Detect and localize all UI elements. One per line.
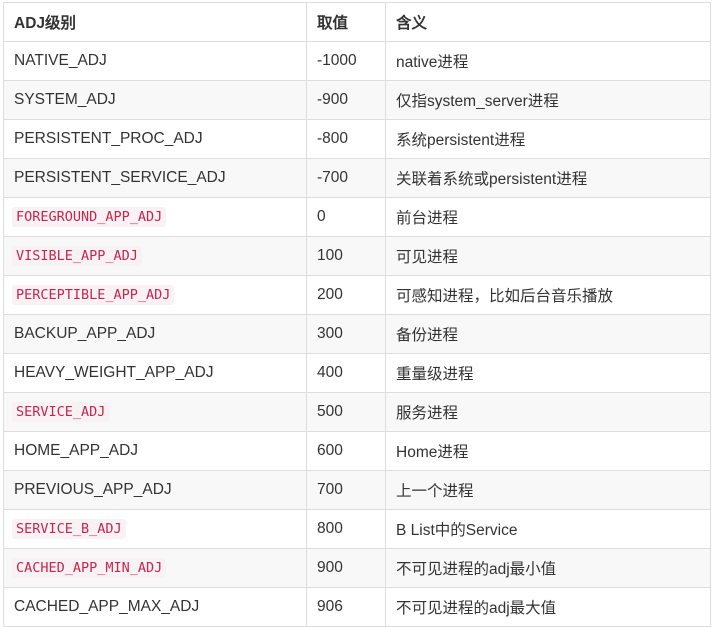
table-row: PREVIOUS_APP_ADJ 700 上一个进程 xyxy=(3,470,711,510)
adj-value-cell: 500 xyxy=(306,392,386,432)
adj-name-code: SERVICE_ADJ xyxy=(12,402,110,422)
table-row: PERCEPTIBLE_APP_ADJ 200 可感知进程，比如后台音乐播放 xyxy=(3,275,711,315)
adj-name-cell: PERSISTENT_PROC_ADJ xyxy=(3,119,307,159)
adj-value-cell: 400 xyxy=(306,353,386,393)
table-row: CACHED_APP_MIN_ADJ 900 不可见进程的adj最小值 xyxy=(3,548,711,588)
table-row: BACKUP_APP_ADJ 300 备份进程 xyxy=(3,314,711,354)
header-meaning: 含义 xyxy=(385,2,711,42)
table-row: PERSISTENT_PROC_ADJ -800 系统persistent进程 xyxy=(3,119,711,159)
adj-value-cell: 600 xyxy=(306,431,386,471)
table-row: HOME_APP_ADJ 600 Home进程 xyxy=(3,431,711,471)
adj-meaning-cell: 系统persistent进程 xyxy=(385,119,711,159)
adj-value-cell: 906 xyxy=(306,587,386,627)
adj-name-code: SERVICE_B_ADJ xyxy=(12,519,126,539)
table-row: FOREGROUND_APP_ADJ 0 前台进程 xyxy=(3,197,711,237)
adj-name-cell: SERVICE_B_ADJ xyxy=(3,509,307,549)
adj-meaning-cell: 关联着系统或persistent进程 xyxy=(385,158,711,198)
adj-name-cell: NATIVE_ADJ xyxy=(3,41,307,81)
adj-name-cell: CACHED_APP_MAX_ADJ xyxy=(3,587,307,627)
adj-meaning-cell: Home进程 xyxy=(385,431,711,471)
adj-value-cell: 800 xyxy=(306,509,386,549)
adj-name-code: VISIBLE_APP_ADJ xyxy=(12,246,142,266)
adj-name-code: FOREGROUND_APP_ADJ xyxy=(12,207,167,227)
adj-value-cell: -800 xyxy=(306,119,386,159)
adj-name-cell: FOREGROUND_APP_ADJ xyxy=(3,197,307,237)
adj-name-cell: BACKUP_APP_ADJ xyxy=(3,314,307,354)
adj-meaning-cell: 不可见进程的adj最小值 xyxy=(385,548,711,588)
header-adj-level: ADJ级别 xyxy=(3,2,307,42)
adj-name-cell: PREVIOUS_APP_ADJ xyxy=(3,470,307,510)
adj-value-cell: 200 xyxy=(306,275,386,315)
adj-meaning-cell: 上一个进程 xyxy=(385,470,711,510)
adj-value-cell: 0 xyxy=(306,197,386,237)
adj-meaning-cell: 备份进程 xyxy=(385,314,711,354)
adj-value-cell: -1000 xyxy=(306,41,386,81)
header-row: ADJ级别 取值 含义 xyxy=(3,2,711,42)
adj-meaning-cell: B List中的Service xyxy=(385,509,711,549)
table-body: NATIVE_ADJ -1000 native进程 SYSTEM_ADJ -900 仅指s… xyxy=(3,41,711,627)
table-row: SYSTEM_ADJ -900 仅指system_server进程 xyxy=(3,80,711,120)
table-row: VISIBLE_APP_ADJ 100 可见进程 xyxy=(3,236,711,276)
adj-name-code: CACHED_APP_MIN_ADJ xyxy=(12,558,167,578)
adj-meaning-cell: 前台进程 xyxy=(385,197,711,237)
adj-name-cell: CACHED_APP_MIN_ADJ xyxy=(3,548,307,588)
adj-meaning-cell: 仅指system_server进程 xyxy=(385,80,711,120)
adj-name-code: PERCEPTIBLE_APP_ADJ xyxy=(12,285,175,305)
header-value: 取值 xyxy=(306,2,386,42)
adj-value-cell: -900 xyxy=(306,80,386,120)
adj-meaning-cell: 可见进程 xyxy=(385,236,711,276)
adj-meaning-cell: 可感知进程，比如后台音乐播放 xyxy=(385,275,711,315)
adj-name-cell: HOME_APP_ADJ xyxy=(3,431,307,471)
adj-meaning-cell: 服务进程 xyxy=(385,392,711,432)
adj-meaning-cell: 不可见进程的adj最大值 xyxy=(385,587,711,627)
adj-name-cell: PERCEPTIBLE_APP_ADJ xyxy=(3,275,307,315)
adj-meaning-cell: native进程 xyxy=(385,41,711,81)
adj-name-cell: SYSTEM_ADJ xyxy=(3,80,307,120)
adj-name-cell: SERVICE_ADJ xyxy=(3,392,307,432)
table-header: ADJ级别 取值 含义 xyxy=(3,2,711,42)
adj-value-cell: 300 xyxy=(306,314,386,354)
adj-value-cell: 100 xyxy=(306,236,386,276)
table-row: SERVICE_B_ADJ 800 B List中的Service xyxy=(3,509,711,549)
adj-name-cell: PERSISTENT_SERVICE_ADJ xyxy=(3,158,307,198)
table-row: NATIVE_ADJ -1000 native进程 xyxy=(3,41,711,81)
table-row: SERVICE_ADJ 500 服务进程 xyxy=(3,392,711,432)
table-row: HEAVY_WEIGHT_APP_ADJ 400 重量级进程 xyxy=(3,353,711,393)
adj-meaning-cell: 重量级进程 xyxy=(385,353,711,393)
adj-value-cell: -700 xyxy=(306,158,386,198)
adj-name-cell: HEAVY_WEIGHT_APP_ADJ xyxy=(3,353,307,393)
table-row: PERSISTENT_SERVICE_ADJ -700 关联着系统或persiste… xyxy=(3,158,711,198)
adj-name-cell: VISIBLE_APP_ADJ xyxy=(3,236,307,276)
adj-value-cell: 900 xyxy=(306,548,386,588)
adj-table: ADJ级别 取值 含义 NATIVE_ADJ -1000 native进程 SYSTE… xyxy=(3,2,711,627)
table-row: CACHED_APP_MAX_ADJ 906 不可见进程的adj最大值 xyxy=(3,587,711,627)
adj-value-cell: 700 xyxy=(306,470,386,510)
